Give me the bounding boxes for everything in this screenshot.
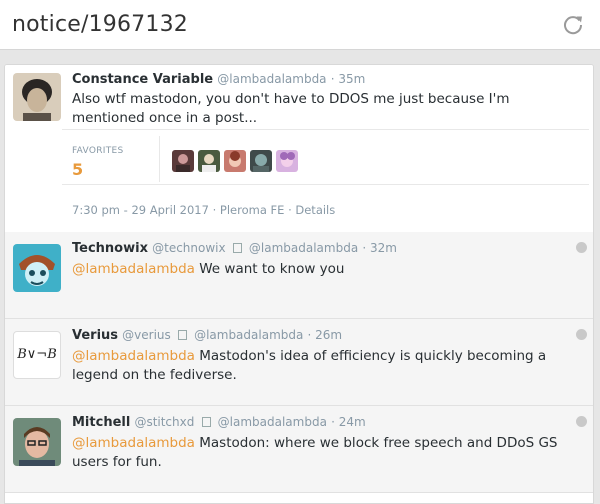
timestamp[interactable]: 24m (339, 415, 366, 429)
refresh-icon[interactable] (562, 14, 584, 36)
status-text: @lambadalambda Mastodon's idea of effici… (72, 348, 547, 383)
status-stats: FAVORITES 5 (62, 129, 589, 185)
reply-icon[interactable] (576, 416, 587, 427)
reply-status: Technowix @technowix @lambadalambda · 32… (5, 232, 593, 319)
favoriter-avatar[interactable] (250, 150, 272, 172)
favorites-label: FAVORITES (72, 146, 124, 156)
reply-status: B∨¬B Verius @verius @lambadalambda · 26m… (5, 319, 593, 406)
avatar[interactable] (13, 73, 61, 121)
author-name[interactable]: Mitchell (72, 415, 130, 430)
timestamp[interactable]: 26m (315, 328, 342, 342)
reply-to-icon (177, 330, 187, 340)
reply-to-handle[interactable]: @lambadalambda (249, 241, 358, 255)
status-header: Constance Variable @lambadalambda · 35m (72, 72, 366, 87)
status-text: @lambadalambda We want to know you (72, 261, 345, 277)
page-title: notice/1967132 (12, 12, 188, 37)
status-header: Technowix @technowix @lambadalambda · 32… (72, 241, 397, 256)
author-handle[interactable]: @stitchxd (134, 415, 194, 429)
author-name[interactable]: Verius (72, 328, 118, 343)
mention-link[interactable]: @lambadalambda (72, 348, 195, 364)
focused-status: Constance Variable @lambadalambda · 35m … (5, 65, 593, 233)
avatar[interactable] (13, 244, 61, 292)
timestamp[interactable]: 32m (370, 241, 397, 255)
top-bar: notice/1967132 (0, 0, 600, 50)
favoriter-avatar[interactable] (198, 150, 220, 172)
status-header: Mitchell @stitchxd @lambadalambda · 24m (72, 415, 366, 430)
status-header: Verius @verius @lambadalambda · 26m (72, 328, 343, 343)
favoriter-avatar[interactable] (224, 150, 246, 172)
status-text: Also wtf mastodon, you don't have to DDO… (72, 91, 510, 126)
author-name[interactable]: Constance Variable (72, 72, 213, 87)
favorited-by (172, 150, 302, 174)
timestamp[interactable]: 35m (338, 72, 365, 86)
reply-icon[interactable] (576, 329, 587, 340)
mention-link[interactable]: @lambadalambda (72, 435, 195, 451)
reply-to-handle[interactable]: @lambadalambda (218, 415, 327, 429)
favoriter-avatar[interactable] (276, 150, 298, 172)
reply-to-handle[interactable]: @lambadalambda (194, 328, 303, 342)
divider (159, 136, 160, 182)
status-meta[interactable]: 7:30 pm - 29 April 2017 · Pleroma FE · D… (72, 203, 335, 217)
author-handle[interactable]: @verius (122, 328, 171, 342)
author-handle[interactable]: @lambadalambda (217, 72, 326, 86)
reply-to-icon (201, 417, 211, 427)
avatar[interactable]: B∨¬B (13, 331, 61, 379)
reply-to-icon (232, 243, 242, 253)
status-text: @lambadalambda Mastodon: where we block … (72, 435, 558, 470)
timeline-panel: Constance Variable @lambadalambda · 35m … (4, 64, 594, 504)
author-handle[interactable]: @technowix (152, 241, 226, 255)
favorites-count: 5 (72, 160, 84, 179)
author-name[interactable]: Technowix (72, 241, 148, 256)
avatar[interactable] (13, 418, 61, 466)
mention-link[interactable]: @lambadalambda (72, 261, 195, 277)
reply-icon[interactable] (576, 242, 587, 253)
favoriter-avatar[interactable] (172, 150, 194, 172)
reply-status: Mitchell @stitchxd @lambadalambda · 24m … (5, 406, 593, 493)
